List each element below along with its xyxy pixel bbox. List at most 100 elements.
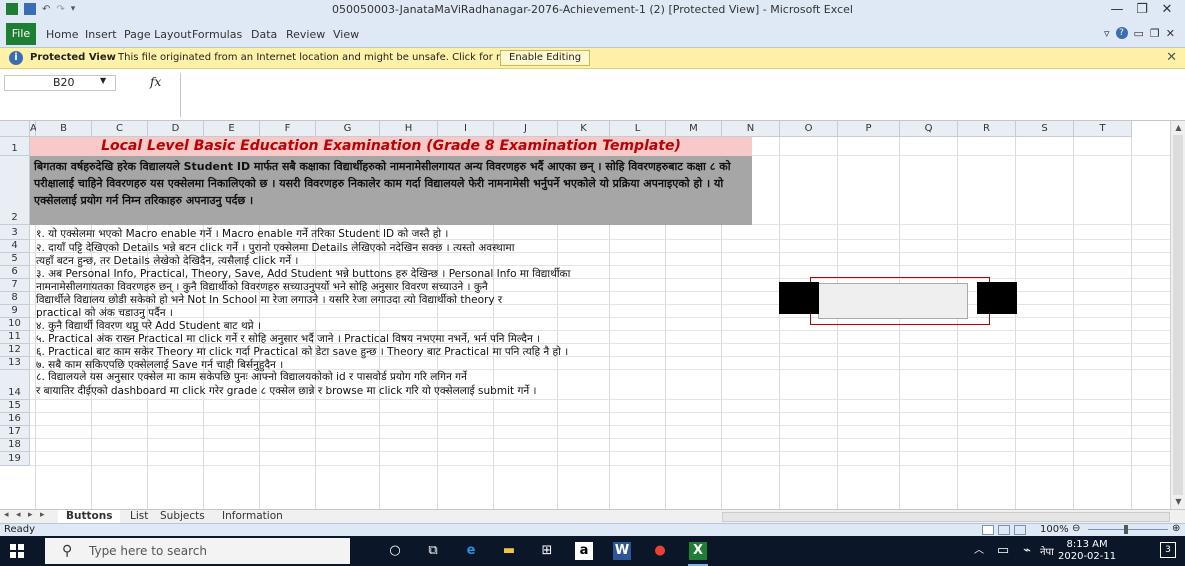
column-header-c[interactable]: C xyxy=(92,121,148,137)
tab-file[interactable]: File xyxy=(6,23,36,45)
column-header-j[interactable]: J xyxy=(494,121,558,137)
tab-review[interactable]: Review xyxy=(286,28,325,41)
row-header-16[interactable]: 16 xyxy=(0,413,30,426)
insert-function-icon[interactable]: fx xyxy=(150,75,161,89)
tab-sheet-information[interactable]: Information xyxy=(214,510,291,524)
store-icon[interactable]: ⊞ xyxy=(538,542,556,560)
sheet-title[interactable]: Local Level Basic Education Examination … xyxy=(30,137,752,156)
column-header-g[interactable]: G xyxy=(316,121,380,137)
column-header-k[interactable]: K xyxy=(558,121,610,137)
notifications-icon[interactable]: 3 xyxy=(1160,542,1176,558)
tab-sheet-buttons[interactable]: Buttons xyxy=(58,510,121,524)
show-hidden-icons-icon[interactable]: ︿ xyxy=(970,542,988,560)
column-header-m[interactable]: M xyxy=(666,121,722,137)
instruction-line[interactable]: ७. सबै काम सकिएपछि एक्सेललाई Save गर्न च… xyxy=(36,359,283,372)
row-header-2[interactable]: 2 xyxy=(0,156,30,225)
tab-insert[interactable]: Insert xyxy=(85,28,117,41)
instruction-line[interactable]: ८. विद्यालयले यस अनुसार एक्सेल मा काम सक… xyxy=(36,371,467,384)
row-header-1[interactable]: 1 xyxy=(0,137,30,156)
cortana-icon[interactable]: ○ xyxy=(386,542,404,560)
instruction-line[interactable]: नामनामेसीलगायतका विवरणहरु छन् । कुनै विद… xyxy=(36,281,488,294)
workbook-close-icon[interactable]: ✕ xyxy=(1166,27,1175,40)
column-header-h[interactable]: H xyxy=(380,121,438,137)
instruction-line[interactable]: २. दायाँ पट्टि देखिएको Details भन्ने बटन… xyxy=(36,242,514,255)
column-header-r[interactable]: R xyxy=(958,121,1016,137)
zoom-out-icon[interactable]: ⊖ xyxy=(1072,523,1080,534)
instruction-line[interactable]: र बायातिर दीईएको dashboard मा click गरेर… xyxy=(36,385,537,398)
collapse-ribbon-icon[interactable]: ▿ xyxy=(1104,27,1110,40)
network-icon[interactable]: ⌁ xyxy=(1018,542,1036,560)
vertical-scrollbar[interactable]: ▲ ▼ xyxy=(1170,121,1185,509)
row-header-19[interactable]: 19 xyxy=(0,452,30,466)
prev-sheet-icon[interactable]: ◂ xyxy=(16,510,21,520)
column-header-q[interactable]: Q xyxy=(900,121,958,137)
tab-page-layout[interactable]: Page Layout xyxy=(124,28,192,41)
row-header-15[interactable]: 15 xyxy=(0,400,30,413)
protected-view-message[interactable]: This file originated from an Internet lo… xyxy=(118,52,562,63)
column-header-f[interactable]: F xyxy=(260,121,316,137)
instruction-line[interactable]: विद्यार्थीले विद्यालय छोडी सकेको हो भने … xyxy=(36,294,502,307)
word-icon[interactable]: W xyxy=(613,542,631,560)
row-header-17[interactable]: 17 xyxy=(0,426,30,439)
zoom-slider[interactable] xyxy=(1088,529,1168,530)
page-break-view-icon[interactable] xyxy=(1014,525,1026,535)
row-header-3[interactable]: 3 xyxy=(0,225,30,240)
column-header-p[interactable]: P xyxy=(838,121,900,137)
column-header-d[interactable]: D xyxy=(148,121,204,137)
tab-data[interactable]: Data xyxy=(251,28,277,41)
instruction-line[interactable]: ६. Practical बाट काम सकेर Theory मा clic… xyxy=(36,346,568,359)
taskbar-search-input[interactable]: Type here to search xyxy=(45,538,350,564)
row-header-5[interactable]: 5 xyxy=(0,253,30,266)
instruction-line[interactable]: त्यहाँ बटन हुन्छ, तर Details लेखेको देखि… xyxy=(36,255,298,268)
tab-formulas[interactable]: Formulas xyxy=(192,28,242,41)
instruction-line[interactable]: १. यो एक्सेलमा भएको Macro enable गर्ने ।… xyxy=(36,228,448,241)
battery-icon[interactable]: ▭ xyxy=(994,542,1012,560)
zoom-level[interactable]: 100% xyxy=(1040,524,1069,535)
tab-view[interactable]: View xyxy=(333,28,359,41)
row-header-10[interactable]: 10 xyxy=(0,318,30,331)
instruction-line[interactable]: ३. अब Personal Info, Practical, Theory, … xyxy=(36,268,570,281)
row-header-7[interactable]: 7 xyxy=(0,279,30,292)
help-icon[interactable]: ? xyxy=(1115,27,1128,39)
row-header-4[interactable]: 4 xyxy=(0,240,30,253)
close-button[interactable]: ✕ xyxy=(1150,0,1184,20)
row-header-8[interactable]: 8 xyxy=(0,292,30,305)
column-header-i[interactable]: I xyxy=(438,121,494,137)
column-header-s[interactable]: S xyxy=(1016,121,1074,137)
row-header-9[interactable]: 9 xyxy=(0,305,30,318)
next-sheet-icon[interactable]: ▸ xyxy=(28,510,33,520)
row-header-14[interactable]: 14 xyxy=(0,370,30,400)
column-header-t[interactable]: T xyxy=(1074,121,1132,137)
task-view-icon[interactable]: ⧉ xyxy=(424,542,442,560)
file-explorer-icon[interactable]: ▬ xyxy=(500,542,518,560)
select-all-corner[interactable] xyxy=(0,121,30,137)
language-indicator[interactable]: नेपा xyxy=(1040,544,1054,558)
column-header-e[interactable]: E xyxy=(204,121,260,137)
close-icon[interactable]: ✕ xyxy=(1166,50,1177,65)
instruction-line[interactable]: ४. कुनै विद्यार्थी विवरण थप्नु परे Add S… xyxy=(36,320,261,333)
row-header-18[interactable]: 18 xyxy=(0,439,30,452)
chrome-icon[interactable]: ● xyxy=(651,542,669,560)
zoom-in-icon[interactable]: ⊕ xyxy=(1172,523,1180,534)
page-layout-view-icon[interactable] xyxy=(998,525,1010,535)
amazon-icon[interactable]: a xyxy=(575,542,593,560)
first-sheet-icon[interactable]: ◂ xyxy=(4,510,9,520)
column-header-b[interactable]: B xyxy=(36,121,92,137)
row-header-11[interactable]: 11 xyxy=(0,331,30,344)
tab-home[interactable]: Home xyxy=(46,28,78,41)
instruction-line[interactable]: ५. Practical अंक राख्न Practical मा clic… xyxy=(36,333,540,346)
name-box-dropdown-icon[interactable]: ▼ xyxy=(100,76,106,85)
formula-input[interactable] xyxy=(180,73,1170,117)
scroll-up-icon[interactable]: ▲ xyxy=(1171,123,1185,132)
enable-editing-button[interactable]: Enable Editing xyxy=(500,50,591,66)
scroll-thumb[interactable] xyxy=(1173,135,1183,495)
zoom-slider-thumb[interactable] xyxy=(1124,525,1128,534)
sheet-intro[interactable]: बिगतका वर्षहरुदेखि हरेक विद्यालयले Stude… xyxy=(30,156,752,225)
horizontal-scrollbar[interactable] xyxy=(722,512,1170,522)
details-button[interactable] xyxy=(818,283,968,319)
row-header-12[interactable]: 12 xyxy=(0,344,30,357)
column-header-n[interactable]: N xyxy=(722,121,780,137)
workbook-minimize-icon[interactable]: ▭ xyxy=(1134,27,1144,40)
scroll-down-icon[interactable]: ▼ xyxy=(1171,497,1185,506)
column-header-l[interactable]: L xyxy=(610,121,666,137)
